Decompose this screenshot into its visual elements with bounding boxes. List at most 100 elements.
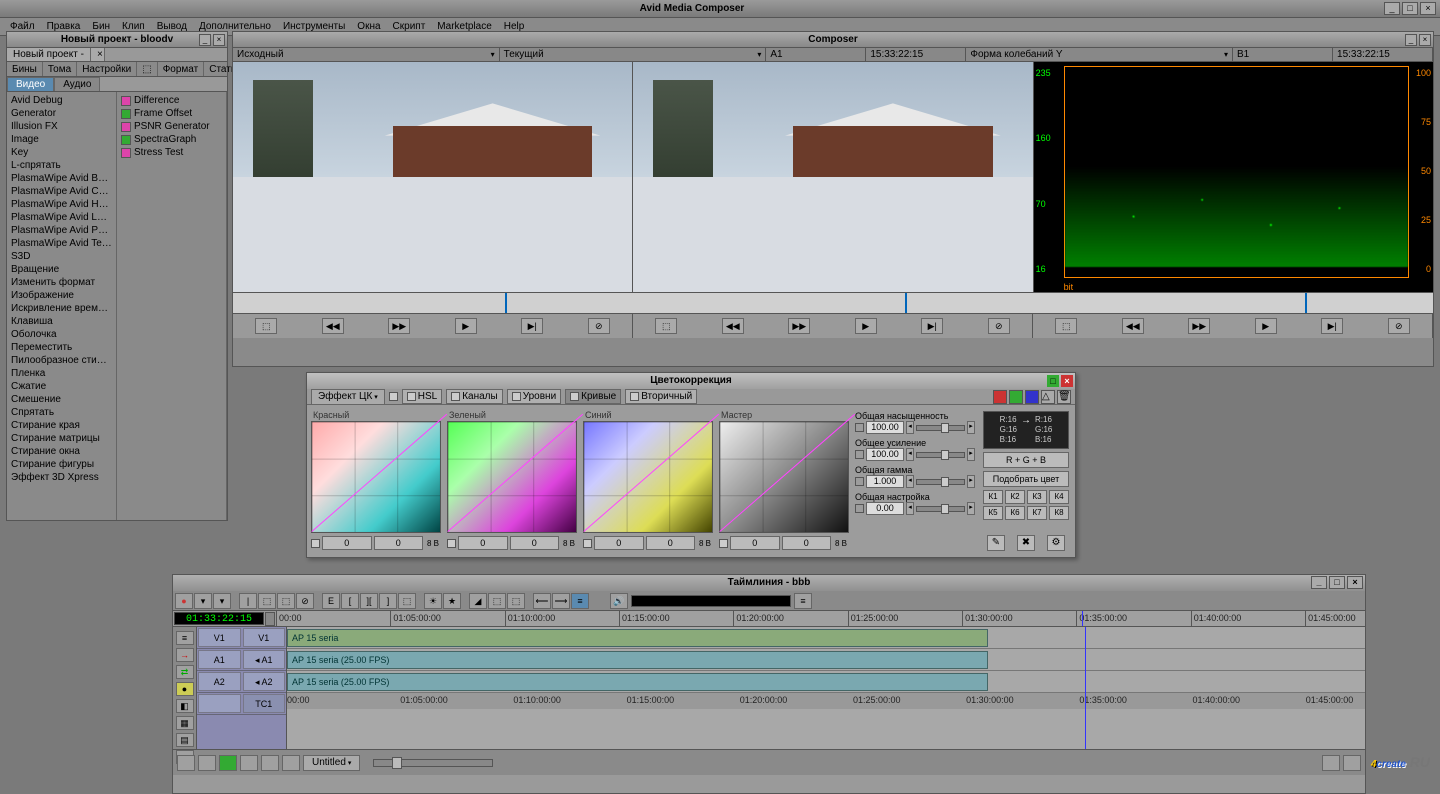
effect-category-item[interactable]: Generator xyxy=(11,107,112,120)
cc-slider-increment[interactable]: ▸ xyxy=(967,421,975,434)
curve-enable-checkbox[interactable] xyxy=(311,539,320,548)
project-category-4[interactable]: Формат xyxy=(158,62,205,76)
cc-preset-К4[interactable]: К4 xyxy=(1049,490,1069,504)
tl-tool-button-a[interactable] xyxy=(1322,755,1340,771)
track-patch-A1[interactable]: A1 xyxy=(198,650,241,669)
timeline-side-button-0[interactable]: ≡ xyxy=(176,631,194,645)
cc-tab-checkbox[interactable] xyxy=(451,392,460,401)
timeline-tool-15[interactable]: ☀ xyxy=(424,593,442,609)
curve-value-button[interactable]: 0 xyxy=(458,536,508,550)
curve-enable-checkbox[interactable] xyxy=(719,539,728,548)
cc-tab-checkbox[interactable] xyxy=(630,392,639,401)
track-patch-V1[interactable]: V1 xyxy=(198,628,241,647)
audio-mute-icon[interactable]: 🔊 xyxy=(610,593,628,609)
transport-button-3[interactable]: ▶ xyxy=(455,318,477,334)
effect-item[interactable]: Difference xyxy=(121,94,222,107)
timeline-tool-23[interactable]: ⟶ xyxy=(552,593,570,609)
tl-view-button-2[interactable] xyxy=(198,755,216,771)
record-monitor-dropdown[interactable]: Текущий xyxy=(500,48,767,61)
tl-view-button-4[interactable] xyxy=(240,755,258,771)
cc-slider-increment[interactable]: ▸ xyxy=(967,448,975,461)
tl-view-button-6[interactable] xyxy=(282,755,300,771)
timeline-tool-9[interactable]: E xyxy=(322,593,340,609)
cc-tab-checkbox[interactable] xyxy=(512,392,521,401)
transport-button-4[interactable]: ▶| xyxy=(921,318,943,334)
cc-slider-track[interactable] xyxy=(916,425,965,431)
timeline-zoom-slider[interactable] xyxy=(373,759,493,767)
track-patch-◂ A2[interactable]: ◂ A2 xyxy=(243,672,286,691)
cc-preset-К1[interactable]: К1 xyxy=(983,490,1003,504)
cc-blue-channel-icon[interactable] xyxy=(1025,390,1039,404)
cc-preset-К3[interactable]: К3 xyxy=(1027,490,1047,504)
scope-scrubber[interactable] xyxy=(1033,293,1433,313)
track-indicator-b[interactable]: B1 xyxy=(1233,48,1333,61)
transport-button-4[interactable]: ▶| xyxy=(521,318,543,334)
source-monitor-dropdown[interactable]: Исходный xyxy=(233,48,500,61)
timeline-maximize-button[interactable]: □ xyxy=(1329,576,1345,589)
scope-dropdown[interactable]: Форма колебаний Y xyxy=(966,48,1233,61)
track-patch-◂ A1[interactable]: ◂ A1 xyxy=(243,650,286,669)
tl-tool-button-b[interactable] xyxy=(1343,755,1361,771)
cc-maximize-button[interactable]: □ xyxy=(1047,375,1059,387)
curve-value-button[interactable]: 0 xyxy=(322,536,372,550)
minimize-button[interactable]: _ xyxy=(1384,2,1400,15)
record-scrubber[interactable] xyxy=(633,293,1033,313)
effect-category-item[interactable]: Смешение xyxy=(11,393,112,406)
timeline-tool-6[interactable]: ⬚ xyxy=(277,593,295,609)
transport-button-0[interactable]: ⬚ xyxy=(655,318,677,334)
source-scrubber[interactable] xyxy=(233,293,633,313)
cc-tab-HSL[interactable]: HSL xyxy=(402,389,442,404)
cc-tab-Вторичный[interactable]: Вторичный xyxy=(625,389,697,404)
effect-category-item[interactable]: PlasmaWipe Avid Center xyxy=(11,185,112,198)
curve-enable-checkbox[interactable] xyxy=(583,539,592,548)
timeline-sequence-dropdown[interactable]: Untitled xyxy=(303,755,360,771)
cc-remove-icon[interactable]: ✖ xyxy=(1017,535,1035,551)
project-subtab-Аудио[interactable]: Аудио xyxy=(54,77,100,91)
effect-category-item[interactable]: Переместить xyxy=(11,341,112,354)
effect-category-item[interactable]: Эффект 3D Xpress xyxy=(11,471,112,484)
effect-item[interactable]: SpectraGraph xyxy=(121,133,222,146)
timeline-side-button-5[interactable]: ▦ xyxy=(176,716,194,730)
cc-close-button[interactable]: × xyxy=(1061,375,1073,387)
close-button[interactable]: × xyxy=(1420,2,1436,15)
effect-category-item[interactable]: L-спрятать xyxy=(11,159,112,172)
project-category-1[interactable]: Тома xyxy=(43,62,77,76)
curve-editor-red[interactable] xyxy=(311,421,441,533)
cc-tab-checkbox[interactable] xyxy=(407,392,416,401)
tl-view-button-1[interactable] xyxy=(177,755,195,771)
curve-value-button[interactable]: 0 xyxy=(730,536,780,550)
timeline-tool-1[interactable]: ▾ xyxy=(194,593,212,609)
cc-preset-К7[interactable]: К7 xyxy=(1027,506,1047,520)
effect-category-item[interactable]: Спрятать xyxy=(11,406,112,419)
cc-slider-value[interactable]: 100.00 xyxy=(866,421,904,434)
effect-category-item[interactable]: Вращение xyxy=(11,263,112,276)
transport-button-3[interactable]: ▶ xyxy=(855,318,877,334)
transport-button-1[interactable]: ◀◀ xyxy=(1122,318,1144,334)
effect-category-item[interactable]: Image xyxy=(11,133,112,146)
cc-slider-value[interactable]: 0.00 xyxy=(866,502,904,515)
timeline-tool-0[interactable]: ● xyxy=(175,593,193,609)
cc-match-color-button[interactable]: Подобрать цвет xyxy=(983,471,1069,487)
project-subtab-Видео[interactable]: Видео xyxy=(7,77,54,91)
effect-category-item[interactable]: Пленка xyxy=(11,367,112,380)
tl-view-button-3[interactable] xyxy=(219,755,237,771)
track-row[interactable]: AP 15 seria (25.00 FPS) xyxy=(287,671,1365,693)
timeline-side-button-3[interactable]: ● xyxy=(176,682,194,696)
cc-effect-dropdown[interactable]: Эффект ЦК xyxy=(311,389,385,405)
timeline-side-button-6[interactable]: ▤ xyxy=(176,733,194,747)
cc-slider-track[interactable] xyxy=(916,479,965,485)
curve-editor-green[interactable] xyxy=(447,421,577,533)
effect-category-item[interactable]: PlasmaWipe Avid Paint xyxy=(11,224,112,237)
timeline-tc-next[interactable] xyxy=(265,612,275,626)
maximize-button[interactable]: □ xyxy=(1402,2,1418,15)
effect-category-item[interactable]: Стирание фигуры xyxy=(11,458,112,471)
timeline-tool-4[interactable]: | xyxy=(239,593,257,609)
timeline-tool-12[interactable]: ] xyxy=(379,593,397,609)
curve-value-button[interactable]: 0 xyxy=(646,536,696,550)
timeline-tool-20[interactable]: ⬚ xyxy=(507,593,525,609)
cc-red-channel-icon[interactable] xyxy=(993,390,1007,404)
project-category-0[interactable]: Бины xyxy=(7,62,43,76)
curve-editor-master[interactable] xyxy=(719,421,849,533)
effect-category-item[interactable]: Key xyxy=(11,146,112,159)
cc-green-channel-icon[interactable] xyxy=(1009,390,1023,404)
